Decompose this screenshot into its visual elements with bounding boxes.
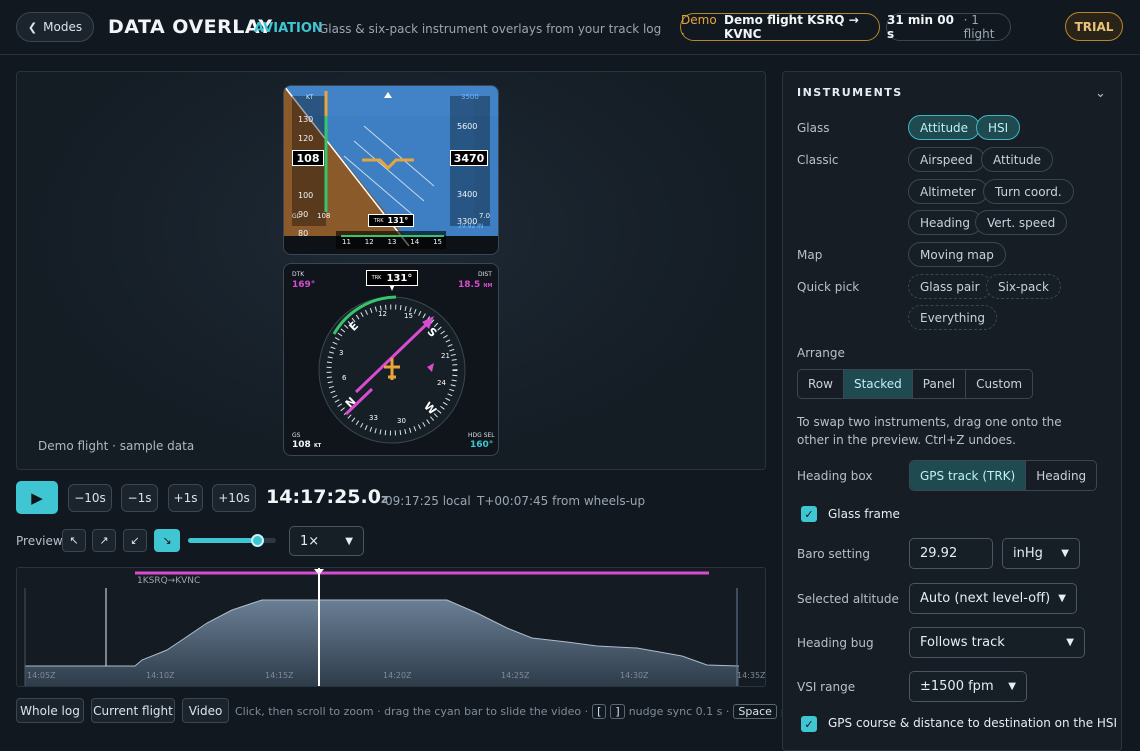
duration-chip: 31 min 00 s · 1 flight xyxy=(886,13,1011,41)
arrow-up-left-icon: ↖ xyxy=(69,534,79,547)
collapse-chevron-icon[interactable]: ⌄ xyxy=(1095,86,1106,101)
baro-input[interactable]: 29.92 xyxy=(909,538,993,569)
current-time: 14:17:25.0z xyxy=(266,486,388,508)
trial-badge[interactable]: TRIAL xyxy=(1065,12,1123,41)
back-button[interactable]: ❮ Modes xyxy=(16,12,94,42)
page-title: DATA OVERLAY xyxy=(108,16,273,38)
arrange-segmented[interactable]: Row Stacked Panel Custom xyxy=(797,369,1034,399)
arrange-stacked[interactable]: Stacked xyxy=(843,370,913,398)
chip-heading[interactable]: Heading xyxy=(908,210,982,235)
video-button[interactable]: Video xyxy=(182,698,229,723)
chip-everything[interactable]: Everything xyxy=(908,305,997,330)
hbox-heading[interactable]: Heading xyxy=(1026,461,1096,490)
chevron-down-icon: ▼ xyxy=(1058,593,1066,604)
timeline-help: Click, then scroll to zoom · drag the cy… xyxy=(235,704,804,719)
altitude-profile xyxy=(24,568,740,686)
current-flight-button[interactable]: Current flight xyxy=(91,698,175,723)
local-time: 09:17:25 local xyxy=(385,494,471,508)
pfd-alt-readout: 3470 xyxy=(450,150,488,166)
pfd-speed-tape: 130 120 110 100 90 80 xyxy=(298,115,314,238)
chip-six-pack[interactable]: Six-pack xyxy=(986,274,1061,299)
arrange-custom[interactable]: Custom xyxy=(966,370,1032,398)
chip-vert-speed[interactable]: Vert. speed xyxy=(975,210,1068,235)
preview-caption: Demo flight · sample data xyxy=(38,439,195,453)
chevron-down-icon: ▼ xyxy=(345,535,353,547)
pfd-heading-tape: 11 12 13 14 15 xyxy=(342,238,442,246)
demo-flight-chip[interactable]: Demo · Demo flight KSRQ → KVNC xyxy=(680,13,880,41)
hsi-trk-box: TRK 131° xyxy=(366,270,418,286)
chip-glass-hsi[interactable]: HSI xyxy=(976,115,1021,140)
play-button[interactable]: ▶ xyxy=(16,481,58,514)
arrange-help: To swap two instruments, drag one onto t… xyxy=(797,415,1062,447)
corner-bottom-right-button[interactable]: ↘ xyxy=(154,529,180,552)
selected-altitude-select[interactable]: Auto (next level-off) ▼ xyxy=(909,583,1077,614)
whole-log-button[interactable]: Whole log xyxy=(16,698,84,723)
hsi-graphic xyxy=(318,284,466,444)
playback-speed-select[interactable]: 1× ▼ xyxy=(289,526,364,556)
pfd-instrument[interactable]: KT 130 120 110 100 90 80 108 GL 108 3500… xyxy=(283,85,499,255)
corner-top-right-button[interactable]: ↗ xyxy=(92,529,116,552)
mode-badge: AVIATION xyxy=(254,21,323,36)
chip-attitude[interactable]: Attitude xyxy=(981,147,1054,172)
header: ❮ Modes DATA OVERLAY AVIATION Glass & six… xyxy=(0,0,1140,55)
chip-glass-pair[interactable]: Glass pair xyxy=(908,274,992,299)
fwd-1s-button[interactable]: +1s xyxy=(168,484,203,512)
chip-glass-attitude[interactable]: Attitude xyxy=(908,115,981,140)
back-1s-button[interactable]: −1s xyxy=(121,484,158,512)
corner-top-left-button[interactable]: ↖ xyxy=(62,529,86,552)
check-icon: ✓ xyxy=(804,717,814,731)
elapsed-time: T+00:07:45 from wheels-up xyxy=(477,494,646,508)
pfd-speed-readout: 108 xyxy=(292,150,324,166)
pfd-alt-tape: 5600 4600 3400 3300 xyxy=(457,122,478,226)
play-icon: ▶ xyxy=(31,488,43,507)
chevron-down-icon: ▼ xyxy=(1061,548,1069,559)
fwd-10s-button[interactable]: +10s xyxy=(212,484,256,512)
corner-bottom-left-button[interactable]: ↙ xyxy=(123,529,147,552)
pfd-trk-box: TRK 131° xyxy=(368,214,414,227)
baro-unit-select[interactable]: inHg ▼ xyxy=(1002,538,1080,569)
page-subtitle: Glass & six-pack instrument overlays fro… xyxy=(319,22,662,36)
preview-label: Preview xyxy=(16,534,63,548)
arrow-down-left-icon: ↙ xyxy=(130,534,140,547)
timeline[interactable]: 1KSRQ→KVNC 14:05Z 14:10Z 14:15Z 14:20Z 1… xyxy=(16,567,766,687)
arrange-panel[interactable]: Panel xyxy=(913,370,967,398)
gps-course-checkbox[interactable]: ✓ xyxy=(801,716,817,732)
check-icon: ✓ xyxy=(804,507,814,521)
chevron-down-icon: ▼ xyxy=(1066,637,1074,648)
chip-moving-map[interactable]: Moving map xyxy=(908,242,1006,267)
chevron-down-icon: ▼ xyxy=(1008,681,1016,692)
heading-box-segmented[interactable]: GPS track (TRK) Heading xyxy=(909,460,1098,491)
hsi-instrument[interactable]: TRK 131° DTK 169° DIST 18.5 NM N E S W 3 … xyxy=(283,263,499,456)
chevron-left-icon: ❮ xyxy=(27,20,38,34)
panel-title: INSTRUMENTS xyxy=(797,86,903,99)
chip-altimeter[interactable]: Altimeter xyxy=(908,179,988,204)
chip-turn-coord[interactable]: Turn coord. xyxy=(983,179,1074,204)
arrow-up-right-icon: ↗ xyxy=(99,534,109,547)
chip-airspeed[interactable]: Airspeed xyxy=(908,147,985,172)
arrow-down-right-icon: ↘ xyxy=(162,534,172,547)
hbox-gps-track[interactable]: GPS track (TRK) xyxy=(910,461,1027,490)
arrange-row[interactable]: Row xyxy=(798,370,844,398)
slider-handle[interactable] xyxy=(250,534,264,547)
hsi-gs: 108 KT xyxy=(292,440,322,450)
preview-size-slider[interactable] xyxy=(188,534,276,547)
hsi-dist: 18.5 NM xyxy=(458,280,493,290)
vsi-range-select[interactable]: ±1500 fpm ▼ xyxy=(909,671,1027,702)
route-label: 1KSRQ→KVNC xyxy=(137,576,201,586)
glass-frame-checkbox[interactable]: ✓ xyxy=(801,506,817,522)
heading-bug-select[interactable]: Follows track ▼ xyxy=(909,627,1085,658)
back-10s-button[interactable]: −10s xyxy=(68,484,112,512)
